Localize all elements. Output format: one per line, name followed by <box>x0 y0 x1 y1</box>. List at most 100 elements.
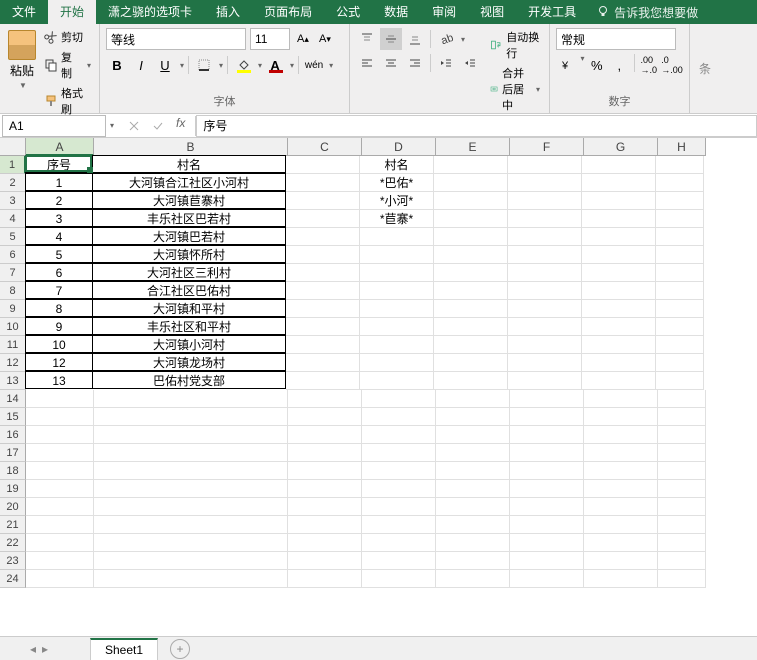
cell[interactable] <box>26 444 94 462</box>
comma-button[interactable]: , <box>609 54 630 76</box>
cell[interactable] <box>582 336 656 354</box>
row-header[interactable]: 2 <box>0 174 26 192</box>
increase-decimal-button[interactable]: .00→.0 <box>638 54 659 76</box>
cell[interactable] <box>584 516 658 534</box>
cell[interactable]: 大河镇苣寨村 <box>92 191 286 209</box>
cell[interactable] <box>434 318 508 336</box>
cell[interactable] <box>582 318 656 336</box>
cell[interactable] <box>360 336 434 354</box>
cell[interactable] <box>584 426 658 444</box>
cell[interactable] <box>658 462 706 480</box>
row-header[interactable]: 10 <box>0 318 26 336</box>
cell[interactable] <box>656 318 704 336</box>
cell[interactable] <box>656 156 704 174</box>
tab-insert[interactable]: 插入 <box>204 0 252 24</box>
row-header[interactable]: 9 <box>0 300 26 318</box>
cell[interactable] <box>26 390 94 408</box>
row-header[interactable]: 21 <box>0 516 26 534</box>
cell[interactable] <box>436 462 510 480</box>
cell[interactable] <box>582 246 656 264</box>
cell[interactable] <box>360 300 434 318</box>
cell[interactable] <box>510 426 584 444</box>
cell[interactable] <box>508 336 582 354</box>
cell[interactable] <box>362 480 436 498</box>
cell[interactable] <box>362 426 436 444</box>
cell[interactable] <box>94 552 288 570</box>
cell[interactable] <box>286 192 360 210</box>
name-box[interactable] <box>2 115 106 137</box>
cell[interactable]: 大河社区三利村 <box>92 263 286 281</box>
fill-color-button[interactable] <box>232 54 254 76</box>
orientation-button[interactable]: ab <box>435 28 457 50</box>
cell[interactable] <box>286 156 360 174</box>
cell[interactable] <box>434 228 508 246</box>
cell[interactable] <box>362 408 436 426</box>
cell[interactable] <box>656 336 704 354</box>
cancel-edit-button[interactable] <box>122 116 146 136</box>
add-sheet-button[interactable]: + <box>170 639 190 659</box>
cell[interactable] <box>584 570 658 588</box>
row-header[interactable]: 5 <box>0 228 26 246</box>
cell[interactable]: 大河镇和平村 <box>92 299 286 317</box>
cell[interactable] <box>436 444 510 462</box>
cell[interactable] <box>584 444 658 462</box>
cell[interactable] <box>658 426 706 444</box>
cell[interactable] <box>362 516 436 534</box>
cell[interactable] <box>434 372 508 390</box>
cell[interactable] <box>288 570 362 588</box>
cell[interactable] <box>436 552 510 570</box>
cell[interactable] <box>584 462 658 480</box>
cell[interactable] <box>94 498 288 516</box>
row-header[interactable]: 24 <box>0 570 26 588</box>
cell[interactable]: 大河镇合江社区小河村 <box>92 173 286 191</box>
row-header[interactable]: 16 <box>0 426 26 444</box>
sheet-nav-next[interactable]: ▸ <box>42 642 48 656</box>
column-header[interactable]: G <box>584 138 658 156</box>
cell[interactable] <box>510 390 584 408</box>
cell[interactable] <box>656 264 704 282</box>
cell[interactable] <box>508 192 582 210</box>
cell[interactable] <box>288 552 362 570</box>
cell[interactable] <box>434 156 508 174</box>
copy-button[interactable]: 复制▾ <box>42 48 93 82</box>
cell[interactable]: 8 <box>25 299 93 317</box>
row-header[interactable]: 20 <box>0 498 26 516</box>
cell[interactable] <box>658 408 706 426</box>
cell[interactable] <box>656 282 704 300</box>
cell[interactable] <box>436 498 510 516</box>
cell[interactable] <box>436 408 510 426</box>
cell[interactable] <box>288 516 362 534</box>
cell[interactable] <box>582 228 656 246</box>
wrap-text-button[interactable]: 自动换行 <box>487 28 543 62</box>
cell[interactable] <box>656 246 704 264</box>
cell[interactable] <box>434 264 508 282</box>
cell[interactable] <box>360 318 434 336</box>
cell[interactable] <box>360 282 434 300</box>
cell[interactable] <box>286 354 360 372</box>
cell[interactable] <box>360 246 434 264</box>
cell[interactable] <box>436 534 510 552</box>
cell[interactable] <box>508 372 582 390</box>
cell[interactable] <box>288 426 362 444</box>
cell[interactable] <box>510 552 584 570</box>
tab-file[interactable]: 文件 <box>0 0 48 24</box>
cell[interactable] <box>510 408 584 426</box>
cell[interactable] <box>288 444 362 462</box>
cell[interactable] <box>582 174 656 192</box>
cell[interactable] <box>508 228 582 246</box>
cell[interactable]: 巴佑村党支部 <box>92 371 286 389</box>
formula-input[interactable] <box>196 115 757 137</box>
cell[interactable]: *小河* <box>360 192 434 210</box>
row-header[interactable]: 19 <box>0 480 26 498</box>
cell[interactable]: 4 <box>25 227 93 245</box>
row-header[interactable]: 12 <box>0 354 26 372</box>
cell[interactable] <box>360 372 434 390</box>
cell[interactable] <box>584 480 658 498</box>
cell[interactable] <box>658 552 706 570</box>
cell[interactable] <box>510 462 584 480</box>
cell[interactable] <box>436 426 510 444</box>
cell[interactable] <box>656 300 704 318</box>
cell[interactable] <box>508 156 582 174</box>
row-header[interactable]: 15 <box>0 408 26 426</box>
column-header[interactable]: E <box>436 138 510 156</box>
